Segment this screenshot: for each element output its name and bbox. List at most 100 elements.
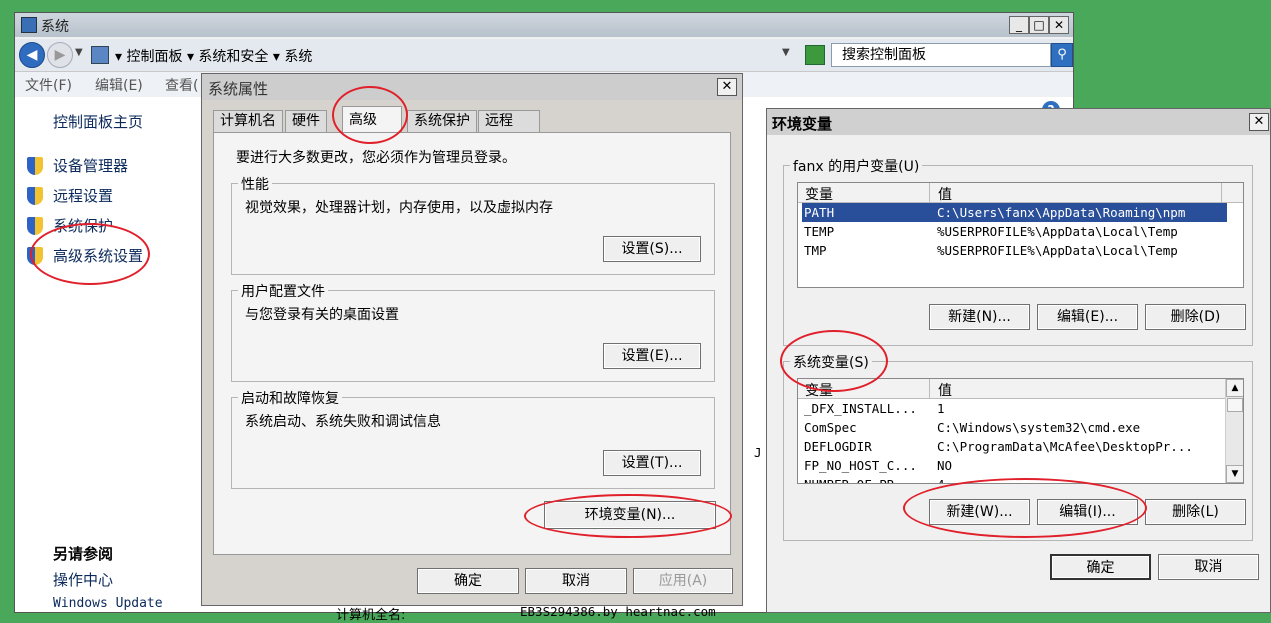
- maximize-button[interactable]: □: [1029, 16, 1049, 34]
- breadcrumb-sep-icon[interactable]: ▾: [187, 49, 194, 65]
- variable-value: 1: [937, 401, 945, 416]
- shield-icon: [27, 157, 43, 175]
- scroll-down-icon[interactable]: ▼: [1226, 465, 1243, 483]
- action-center-link[interactable]: 操作中心: [53, 569, 113, 590]
- performance-settings-button[interactable]: 设置(S)...: [603, 236, 701, 262]
- user-profiles-legend: 用户配置文件: [238, 281, 328, 301]
- admin-note: 要进行大多数更改，您必须作为管理员登录。: [236, 150, 516, 166]
- search-input[interactable]: 搜索控制面板: [831, 43, 1051, 67]
- variable-value: %USERPROFILE%\AppData\Local\Temp: [937, 224, 1178, 239]
- user-profiles-group: 用户配置文件 与您登录有关的桌面设置 设置(E)...: [231, 281, 715, 382]
- variable-value: %USERPROFILE%\AppData\Local\Temp: [937, 243, 1178, 258]
- variable-name: DEFLOGDIR: [804, 439, 872, 454]
- address-dropdown-icon[interactable]: ▼: [782, 47, 790, 58]
- control-panel-titlebar[interactable]: 系统 _ □ ✕: [15, 13, 1073, 37]
- remote-settings-link[interactable]: 远程设置: [53, 185, 113, 206]
- refresh-icon[interactable]: [805, 45, 825, 65]
- user-delete-button[interactable]: 删除(D): [1145, 304, 1246, 330]
- user-variables-group: fanx 的用户变量(U) 变量 值 PATH C:\Users\fanx\Ap…: [783, 156, 1253, 346]
- tab-hardware[interactable]: 硬件: [285, 110, 327, 132]
- table-row[interactable]: ComSpec C:\Windows\system32\cmd.exe: [802, 418, 1222, 437]
- breadcrumb-sep-icon[interactable]: ▾: [115, 49, 122, 65]
- close-icon[interactable]: ✕: [717, 78, 737, 96]
- shield-icon: [27, 187, 43, 205]
- variable-value: C:\Users\fanx\AppData\Roaming\npm: [937, 205, 1186, 220]
- breadcrumb-system-security[interactable]: 系统和安全: [198, 49, 268, 65]
- variable-name: NUMBER_OF_PR...: [804, 475, 917, 483]
- forward-arrow-icon: ▶: [54, 47, 66, 63]
- column-header-variable[interactable]: 变量: [805, 184, 833, 204]
- dialog-title: 系统属性: [208, 80, 269, 98]
- forward-button[interactable]: ▶: [47, 42, 73, 68]
- breadcrumb-sep-icon[interactable]: ▾: [273, 49, 280, 65]
- env-vars-titlebar[interactable]: 环境变量 ✕: [767, 109, 1270, 135]
- performance-desc: 视觉效果，处理器计划，内存使用，以及虚拟内存: [245, 200, 553, 216]
- breadcrumb-control-panel[interactable]: 控制面板: [126, 49, 182, 65]
- annotation-ellipse-env-button: [524, 494, 732, 538]
- startup-recovery-desc: 系统启动、系统失败和调试信息: [245, 414, 441, 430]
- close-icon[interactable]: ✕: [1249, 113, 1269, 131]
- user-profiles-desc: 与您登录有关的桌面设置: [245, 307, 399, 323]
- back-button[interactable]: ◀: [19, 42, 45, 68]
- minimize-button[interactable]: _: [1009, 16, 1029, 34]
- computer-full-name-value: EB3S294386.by heartnac.com: [520, 604, 716, 619]
- tab-computer-name[interactable]: 计算机名: [213, 110, 283, 132]
- variable-name: TMP: [804, 243, 827, 258]
- cancel-button[interactable]: 取消: [1158, 554, 1259, 580]
- startup-recovery-group: 启动和故障恢复 系统启动、系统失败和调试信息 设置(T)...: [231, 388, 715, 489]
- close-button[interactable]: ✕: [1049, 16, 1069, 34]
- window-title: 系统: [41, 19, 69, 35]
- startup-recovery-legend: 启动和故障恢复: [238, 388, 342, 408]
- breadcrumb-system[interactable]: 系统: [284, 49, 312, 65]
- address-bar: ◀ ▶ ▼ ▾ 控制面板 ▾ 系统和安全 ▾ 系统 ▼ 搜索控制面板 ⚲: [15, 39, 1073, 72]
- system-properties-titlebar[interactable]: 系统属性 ✕: [202, 74, 742, 100]
- dialog-title: 环境变量: [772, 115, 833, 133]
- advanced-tab-panel: 要进行大多数更改，您必须作为管理员登录。 性能 视觉效果，处理器计划，内存使用，…: [213, 132, 731, 555]
- computer-full-name-label: 计算机全名:: [336, 608, 406, 623]
- menu-view[interactable]: 查看(: [165, 75, 198, 95]
- user-profiles-settings-button[interactable]: 设置(E)...: [603, 343, 701, 369]
- column-header-value[interactable]: 值: [938, 380, 952, 400]
- table-row[interactable]: _DFX_INSTALL... 1: [802, 399, 1222, 418]
- variable-name: PATH: [804, 205, 835, 220]
- variable-name: TEMP: [804, 224, 835, 239]
- table-row[interactable]: PATH C:\Users\fanx\AppData\Roaming\npm: [802, 203, 1227, 222]
- scroll-thumb[interactable]: [1227, 398, 1243, 412]
- annotation-ellipse-system-vars: [780, 330, 888, 392]
- tab-remote[interactable]: 远程: [478, 110, 540, 132]
- variable-value: 4: [937, 475, 945, 483]
- control-panel-home-link[interactable]: 控制面板主页: [53, 111, 143, 132]
- history-dropdown-icon[interactable]: ▼: [75, 47, 83, 58]
- shield-icon: [27, 217, 43, 235]
- variable-value: C:\Windows\system32\cmd.exe: [937, 420, 1141, 435]
- ok-button[interactable]: 确定: [417, 568, 519, 594]
- device-manager-link[interactable]: 设备管理器: [53, 155, 128, 176]
- variable-value: C:\ProgramData\McAfee\DesktopPr...: [937, 439, 1193, 454]
- apply-button[interactable]: 应用(A): [633, 568, 733, 594]
- search-icon[interactable]: ⚲: [1051, 43, 1073, 67]
- scroll-up-icon[interactable]: ▲: [1226, 379, 1243, 397]
- control-panel-icon: [91, 46, 109, 64]
- menu-edit[interactable]: 编辑(E): [95, 75, 143, 95]
- table-row[interactable]: TMP %USERPROFILE%\AppData\Local\Temp: [802, 241, 1227, 260]
- table-row[interactable]: FP_NO_HOST_C... NO: [802, 456, 1222, 475]
- user-variables-list[interactable]: 变量 值 PATH C:\Users\fanx\AppData\Roaming\…: [797, 182, 1244, 288]
- table-row[interactable]: DEFLOGDIR C:\ProgramData\McAfee\DesktopP…: [802, 437, 1222, 456]
- annotation-ellipse-advanced-settings: [30, 223, 150, 285]
- system-variables-list[interactable]: 变量 值 _DFX_INSTALL... 1 ComSpec C:\Window…: [797, 378, 1244, 484]
- column-header-value[interactable]: 值: [938, 184, 952, 204]
- system-list-scrollbar[interactable]: ▲ ▼: [1225, 379, 1243, 483]
- tab-system-protection[interactable]: 系统保护: [407, 110, 477, 132]
- variable-value: NO: [937, 458, 953, 473]
- user-new-button[interactable]: 新建(N)...: [929, 304, 1030, 330]
- windows-update-link[interactable]: Windows Update: [53, 596, 163, 611]
- ok-button[interactable]: 确定: [1050, 554, 1151, 580]
- table-row[interactable]: TEMP %USERPROFILE%\AppData\Local\Temp: [802, 222, 1227, 241]
- system-delete-button[interactable]: 删除(L): [1145, 499, 1246, 525]
- cancel-button[interactable]: 取消: [525, 568, 627, 594]
- annotation-ellipse-new-edit: [903, 478, 1147, 538]
- startup-recovery-settings-button[interactable]: 设置(T)...: [603, 450, 701, 476]
- user-edit-button[interactable]: 编辑(E)...: [1037, 304, 1138, 330]
- performance-group: 性能 视觉效果，处理器计划，内存使用，以及虚拟内存 设置(S)...: [231, 174, 715, 275]
- menu-file[interactable]: 文件(F): [25, 75, 72, 95]
